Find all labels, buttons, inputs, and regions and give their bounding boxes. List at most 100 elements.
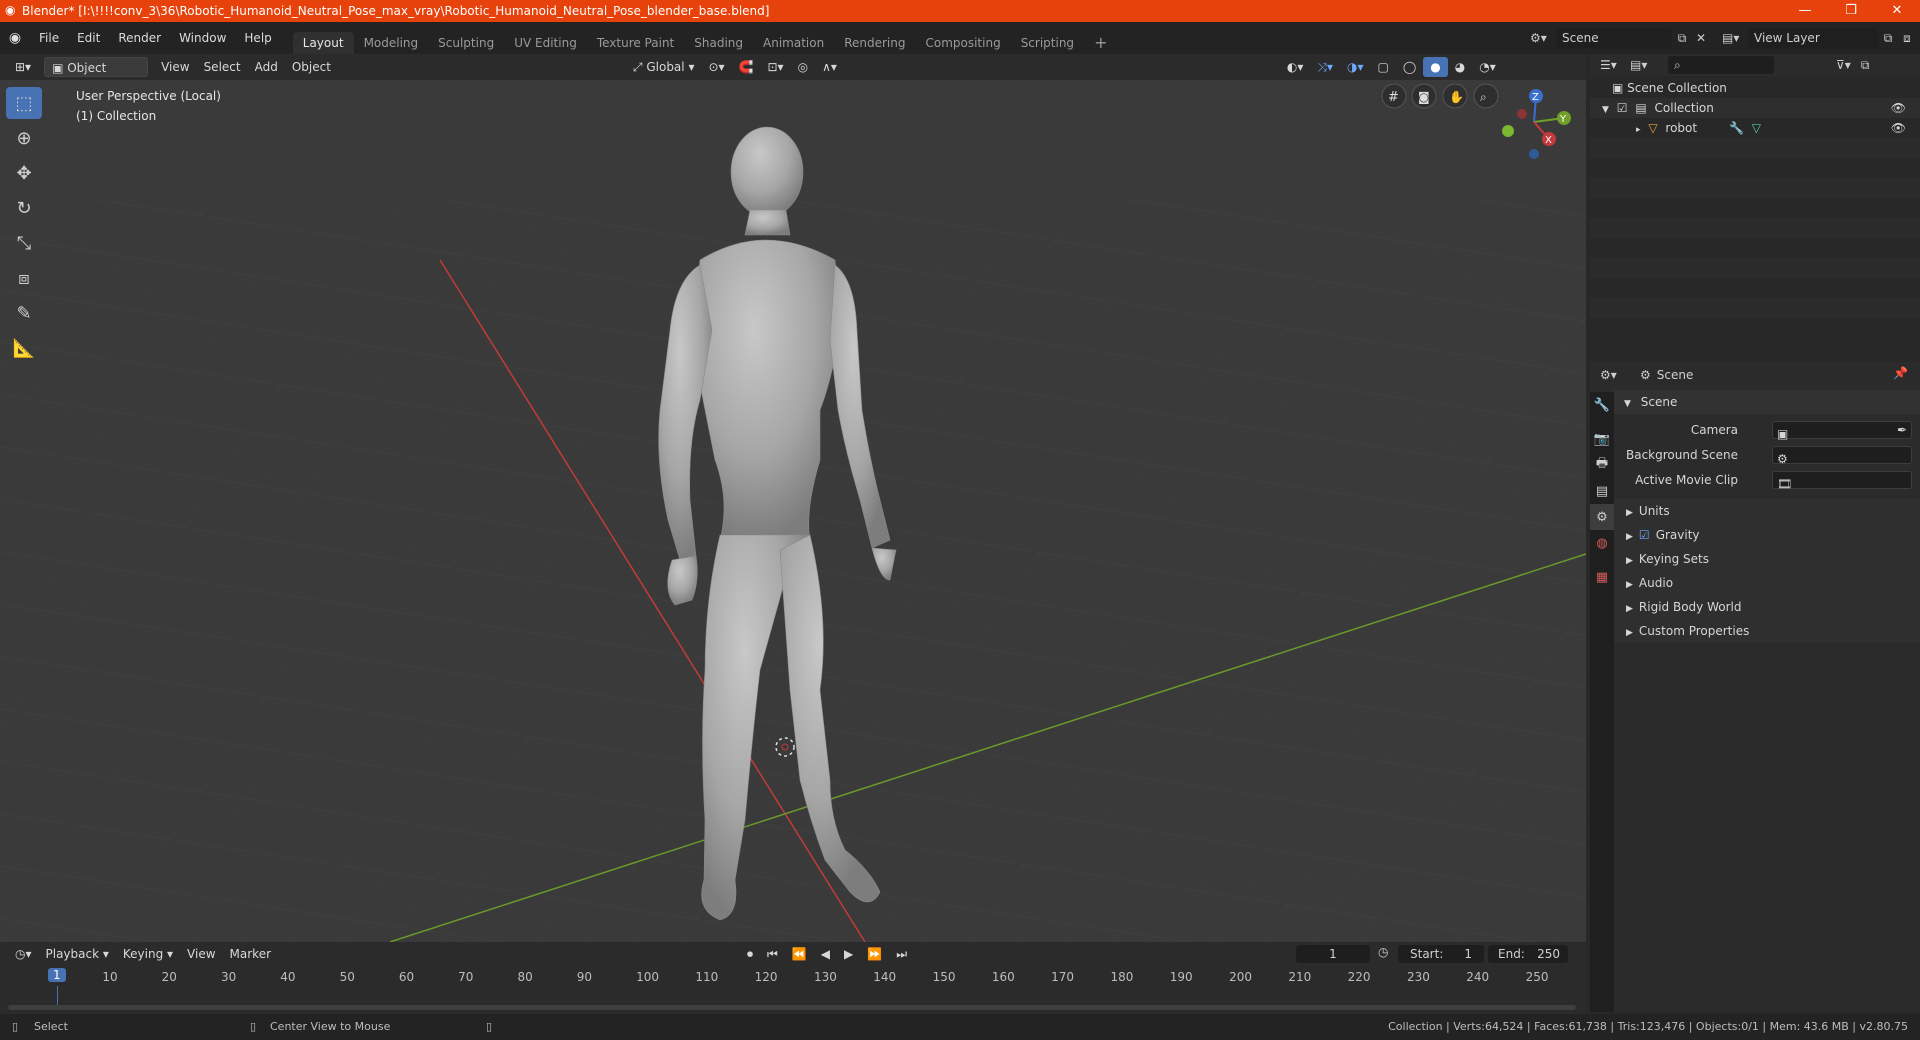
- material-shading-icon[interactable]: ◕: [1448, 57, 1472, 77]
- active-movie-clip-field[interactable]: 🎞: [1772, 471, 1912, 491]
- proportional-edit-icon[interactable]: ◎: [791, 57, 815, 77]
- rendered-shading-icon[interactable]: ◔▾: [1472, 57, 1503, 77]
- view-layer-icon[interactable]: ▤▾: [1722, 31, 1748, 45]
- view-layer-tab-icon[interactable]: ▤: [1590, 478, 1614, 504]
- menu-window[interactable]: Window: [170, 22, 235, 54]
- tab-rendering[interactable]: Rendering: [834, 32, 915, 54]
- outliner-scene-collection[interactable]: ▣ Scene Collection: [1590, 78, 1920, 98]
- delete-scene-icon[interactable]: ✕: [1692, 31, 1710, 45]
- menu-render[interactable]: Render: [109, 22, 170, 54]
- object-expand-icon[interactable]: ▸: [1636, 125, 1641, 135]
- pin-icon[interactable]: 📌: [1893, 366, 1908, 380]
- menu-file[interactable]: File: [30, 22, 68, 54]
- transform-tool-icon[interactable]: ⧈: [6, 262, 42, 294]
- rotate-tool-icon[interactable]: ↻: [6, 192, 42, 224]
- cursor-tool-icon[interactable]: ⊕: [6, 122, 42, 154]
- scene-selector-icon[interactable]: ⚙▾: [1530, 31, 1556, 45]
- object-mode-dropdown[interactable]: ▣ Object Mode ▾: [44, 57, 149, 95]
- tab-modeling[interactable]: Modeling: [354, 32, 429, 54]
- 3d-viewport[interactable]: # ◙ ✋ ⌕ Z Y X: [0, 80, 1586, 942]
- camera-field[interactable]: ▣ ✒: [1772, 421, 1912, 441]
- scene-tab-icon[interactable]: ⚙: [1590, 504, 1614, 530]
- xray-icon[interactable]: ▢: [1371, 57, 1396, 77]
- neg-y-handle[interactable]: [1502, 125, 1514, 137]
- snap-icon[interactable]: 🧲: [732, 57, 761, 77]
- viewport-menu-object[interactable]: Object: [285, 57, 338, 77]
- editor-type-icon[interactable]: ⊞▾: [8, 57, 38, 77]
- tab-layout[interactable]: Layout: [292, 32, 354, 54]
- gravity-panel[interactable]: ▶ ☑ Gravity: [1614, 523, 1920, 547]
- audio-panel[interactable]: ▶ Audio: [1614, 571, 1920, 595]
- world-tab-icon[interactable]: ◍: [1590, 530, 1614, 556]
- current-frame-field[interactable]: 1: [1296, 945, 1370, 963]
- snap-target-icon[interactable]: ⊡▾: [761, 57, 791, 77]
- play-reverse-icon[interactable]: ◀: [814, 944, 837, 964]
- solid-shading-icon[interactable]: ●: [1423, 57, 1448, 77]
- mesh-data-icon[interactable]: ▽: [1752, 121, 1761, 135]
- wireframe-shading-icon[interactable]: ◯: [1396, 57, 1423, 77]
- tab-shading[interactable]: Shading: [684, 32, 753, 54]
- gizmo-toggle-icon[interactable]: ⤨▾: [1310, 57, 1340, 77]
- units-panel[interactable]: ▶ Units: [1614, 499, 1920, 523]
- viewport-menu-select[interactable]: Select: [197, 57, 248, 77]
- keying-menu[interactable]: Keying ▾: [116, 944, 180, 964]
- add-workspace-icon[interactable]: +: [1084, 32, 1117, 54]
- falloff-icon[interactable]: ∧▾: [815, 57, 844, 77]
- visibility-icon[interactable]: ◐▾: [1280, 57, 1311, 77]
- annotate-tool-icon[interactable]: ✎: [6, 297, 42, 329]
- background-scene-field[interactable]: ⚙: [1772, 446, 1912, 466]
- viewport-canvas[interactable]: # ◙ ✋ ⌕ Z Y X: [0, 80, 1586, 942]
- tab-texture-paint[interactable]: Texture Paint: [587, 32, 684, 54]
- menu-help[interactable]: Help: [235, 22, 280, 54]
- viewport-menu-add[interactable]: Add: [248, 57, 285, 77]
- move-tool-icon[interactable]: ✥: [6, 157, 42, 189]
- timeline-view-menu[interactable]: View: [180, 944, 222, 964]
- blender-menu-icon[interactable]: ◉: [0, 30, 30, 46]
- scale-tool-icon[interactable]: ⤡: [6, 227, 42, 259]
- outliner-search-input[interactable]: ⌕: [1668, 56, 1774, 74]
- new-collection-icon[interactable]: ⧉: [1861, 58, 1870, 73]
- tab-compositing[interactable]: Compositing: [915, 32, 1010, 54]
- display-mode-icon[interactable]: ▤▾: [1630, 58, 1660, 72]
- eyedropper-icon[interactable]: ✒: [1897, 422, 1907, 438]
- outliner-editor-icon[interactable]: ☰▾: [1600, 58, 1630, 72]
- tab-animation[interactable]: Animation: [753, 32, 834, 54]
- frame-ruler[interactable]: 1 10 20 30 40 50 60 70 80 90 100 110 120 130 140 150 16…: [0, 966, 1586, 986]
- custom-properties-panel[interactable]: ▶ Custom Properties: [1614, 619, 1920, 643]
- collection-checkbox-icon[interactable]: ☑: [1617, 101, 1628, 115]
- collection-visibility-icon[interactable]: 👁: [1891, 98, 1906, 118]
- prev-keyframe-icon[interactable]: ⏪: [785, 944, 814, 964]
- minimize-icon[interactable]: —: [1782, 0, 1828, 22]
- next-keyframe-icon[interactable]: ⏩: [860, 944, 889, 964]
- select-box-tool-icon[interactable]: ⬚: [6, 87, 42, 119]
- outliner-object-robot[interactable]: ▸ ▽ robot 🔧 ▽ 👁: [1590, 118, 1920, 138]
- rigid-body-world-panel[interactable]: ▶ Rigid Body World: [1614, 595, 1920, 619]
- timeline-editor-icon[interactable]: ◷▾: [8, 944, 39, 964]
- texture-tab-icon[interactable]: ▦: [1590, 564, 1614, 590]
- end-frame-field[interactable]: End: 250: [1488, 945, 1568, 963]
- timeline-scrollbar[interactable]: [8, 1005, 1576, 1010]
- playhead[interactable]: 1: [48, 968, 66, 982]
- properties-editor-icon[interactable]: ⚙▾: [1600, 368, 1634, 382]
- transform-orientation-dropdown[interactable]: ⤢ Global ▾: [626, 57, 702, 77]
- outliner-collection[interactable]: ▼ ☑ ▤ Collection 👁: [1590, 98, 1920, 118]
- overlay-toggle-icon[interactable]: ◑▾: [1340, 57, 1371, 77]
- preview-range-icon[interactable]: ◷: [1378, 945, 1388, 959]
- scene-name-field[interactable]: Scene: [1556, 28, 1672, 48]
- view-layer-field[interactable]: View Layer: [1748, 28, 1878, 48]
- playback-menu[interactable]: Playback ▾: [39, 944, 116, 964]
- measure-tool-icon[interactable]: 📐: [6, 332, 42, 364]
- new-scene-icon[interactable]: ⧉: [1672, 31, 1692, 46]
- tab-sculpting[interactable]: Sculpting: [428, 32, 504, 54]
- play-icon[interactable]: ▶: [837, 944, 860, 964]
- pivot-point-icon[interactable]: ⊙▾: [701, 57, 731, 77]
- modifier-icon[interactable]: 🔧: [1729, 121, 1744, 135]
- tool-tab-icon[interactable]: 🔧: [1590, 392, 1614, 418]
- restore-icon[interactable]: ❐: [1828, 0, 1874, 22]
- start-frame-field[interactable]: Start: 1: [1398, 945, 1484, 963]
- tab-uv-editing[interactable]: UV Editing: [504, 32, 587, 54]
- marker-menu[interactable]: Marker: [223, 944, 278, 964]
- keying-sets-panel[interactable]: ▶ Keying Sets: [1614, 547, 1920, 571]
- jump-end-icon[interactable]: ⏭: [889, 944, 914, 964]
- delete-view-layer-icon[interactable]: ⧈: [1898, 31, 1916, 46]
